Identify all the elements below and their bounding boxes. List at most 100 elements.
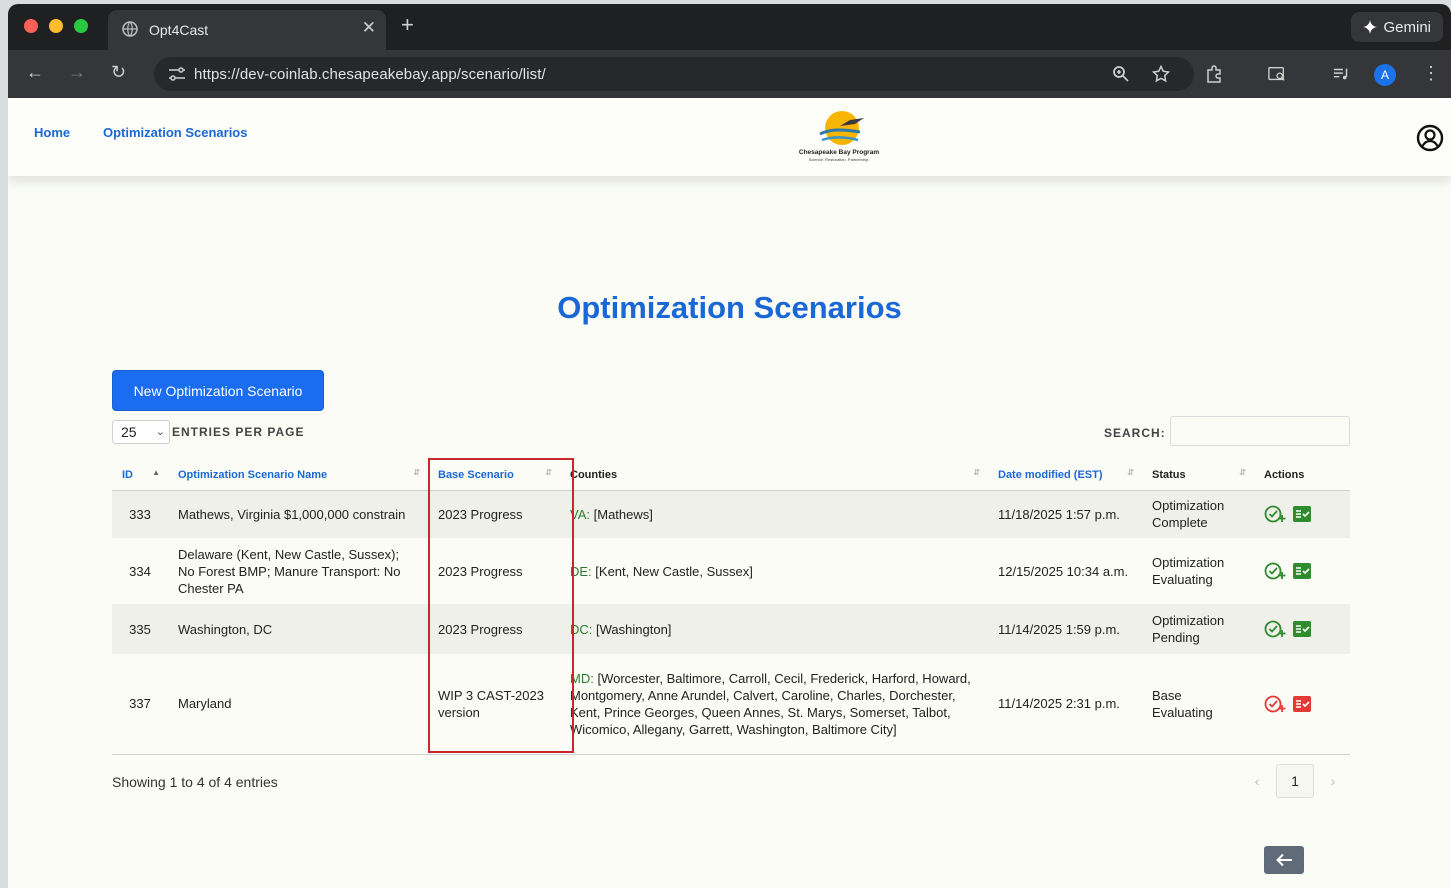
- edit-details-icon[interactable]: [1292, 695, 1312, 713]
- entries-value: 25: [121, 424, 137, 440]
- search-input[interactable]: [1170, 416, 1350, 446]
- cell-date-modified: 11/14/2025 1:59 p.m.: [988, 604, 1142, 654]
- maximize-window-button[interactable]: [74, 19, 88, 33]
- nav-scenarios-link[interactable]: Optimization Scenarios: [103, 125, 247, 140]
- browser-toolbar: ← → ↻ https://dev-coinlab.chesapeakebay.…: [8, 50, 1451, 98]
- cell-actions: [1254, 490, 1350, 538]
- scenario-name-link[interactable]: Mathews, Virginia $1,000,000 constrain: [168, 490, 428, 538]
- gemini-button[interactable]: Gemini: [1351, 12, 1443, 42]
- close-window-button[interactable]: [24, 19, 38, 33]
- search-label: SEARCH:: [1104, 426, 1166, 440]
- page-title: Optimization Scenarios: [557, 290, 902, 325]
- state-code: DE:: [570, 563, 592, 579]
- scenarios-table: ID ▲ Optimization Scenario Name ⇵ Base Sce…: [112, 460, 1350, 755]
- new-tab-button[interactable]: +: [401, 14, 414, 36]
- cell-base-scenario: WIP 3 CAST-2023 version: [428, 654, 560, 755]
- cell-counties: VA: [Mathews]: [560, 490, 988, 538]
- table-row: 333 Mathews, Virginia $1,000,000 constra…: [112, 490, 1350, 538]
- cell-status: Optimization Pending: [1142, 604, 1254, 654]
- edit-details-icon[interactable]: [1292, 562, 1312, 580]
- cell-date-modified: 12/15/2025 10:34 a.m.: [988, 538, 1142, 604]
- county-list: [Worcester, Baltimore, Carroll, Cecil, F…: [570, 670, 971, 737]
- page-content: Home Optimization Scenarios Chesapeake B…: [8, 98, 1451, 888]
- url-text[interactable]: https://dev-coinlab.chesapeakebay.app/sc…: [194, 66, 546, 83]
- site-navbar: Home Optimization Scenarios Chesapeake B…: [8, 98, 1451, 176]
- cell-counties: DE: [Kent, New Castle, Sussex]: [560, 538, 988, 604]
- column-header-id[interactable]: ID ▲: [112, 460, 168, 491]
- sort-icon: ⇵: [1239, 468, 1246, 477]
- pagination-prev-icon[interactable]: ‹: [1244, 773, 1270, 789]
- chesapeake-bay-program-logo: Chesapeake Bay Program Science. Restorat…: [799, 111, 879, 162]
- run-check-icon[interactable]: [1264, 561, 1286, 581]
- scenario-name-link[interactable]: Delaware (Kent, New Castle, Sussex); No …: [168, 538, 428, 604]
- table-row: 337 Maryland WIP 3 CAST-2023 version MD:…: [112, 654, 1350, 755]
- cell-date-modified: 11/18/2025 1:57 p.m.: [988, 490, 1142, 538]
- edit-details-icon[interactable]: [1292, 505, 1312, 523]
- forward-arrow-icon[interactable]: →: [68, 63, 86, 81]
- sparkle-icon: [1363, 20, 1378, 34]
- column-header-status[interactable]: Status ⇵: [1142, 460, 1254, 491]
- site-settings-icon[interactable]: [168, 67, 186, 81]
- entries-select[interactable]: 25 ⌄: [112, 420, 170, 444]
- cell-counties: DC: [Washington]: [560, 604, 988, 654]
- back-arrow-icon[interactable]: ←: [26, 63, 44, 81]
- globe-icon: [122, 21, 138, 37]
- county-list: [Washington]: [596, 621, 672, 637]
- address-bar[interactable]: https://dev-coinlab.chesapeakebay.app/sc…: [154, 57, 1194, 91]
- chevron-down-icon: ⌄: [155, 426, 165, 438]
- pagination: ‹ 1 ›: [1244, 764, 1346, 798]
- state-code: MD:: [570, 670, 594, 686]
- cell-base-scenario: 2023 Progress: [428, 604, 560, 654]
- cell-counties: MD: [Worcester, Baltimore, Carroll, Ceci…: [560, 654, 988, 755]
- cell-actions: [1254, 538, 1350, 604]
- column-header-base-scenario[interactable]: Base Scenario ⇵: [428, 460, 560, 491]
- media-controls-icon[interactable]: [1333, 65, 1351, 83]
- profile-avatar[interactable]: A: [1374, 64, 1396, 86]
- window-controls: [24, 19, 88, 33]
- scenario-name-link[interactable]: Maryland: [168, 654, 428, 755]
- bookmark-star-icon[interactable]: [1152, 65, 1170, 83]
- logo-title: Chesapeake Bay Program: [799, 149, 879, 156]
- column-header-actions: Actions: [1254, 460, 1350, 491]
- new-scenario-button[interactable]: New Optimization Scenario: [112, 370, 324, 411]
- county-list: [Kent, New Castle, Sussex]: [595, 563, 753, 579]
- reload-icon[interactable]: ↻: [111, 63, 126, 81]
- run-check-icon[interactable]: [1264, 504, 1286, 524]
- run-check-icon[interactable]: [1264, 619, 1286, 639]
- cell-id: 335: [112, 604, 168, 654]
- arrow-left-icon: [1276, 853, 1292, 867]
- tab-bar: Opt4Cast ✕ + Gemini: [8, 4, 1451, 50]
- run-check-icon[interactable]: [1264, 694, 1286, 714]
- edit-details-icon[interactable]: [1292, 620, 1312, 638]
- back-button[interactable]: [1264, 846, 1304, 874]
- minimize-window-button[interactable]: [49, 19, 63, 33]
- sort-icon: ⇵: [413, 468, 420, 477]
- column-header-counties[interactable]: Counties ⇵: [560, 460, 988, 491]
- browser-tab[interactable]: Opt4Cast ✕: [108, 10, 386, 50]
- gemini-label: Gemini: [1383, 18, 1431, 36]
- cell-id: 337: [112, 654, 168, 755]
- account-icon[interactable]: [1415, 123, 1445, 153]
- tab-title: Opt4Cast: [149, 22, 209, 38]
- state-code: DC:: [570, 621, 593, 637]
- tab-search-icon[interactable]: [1268, 65, 1286, 83]
- cell-base-scenario: 2023 Progress: [428, 538, 560, 604]
- scenario-name-link[interactable]: Washington, DC: [168, 604, 428, 654]
- pagination-next-icon[interactable]: ›: [1320, 773, 1346, 789]
- column-header-date-modified[interactable]: Date modified (EST) ⇵: [988, 460, 1142, 491]
- cell-actions: [1254, 604, 1350, 654]
- column-header-name[interactable]: Optimization Scenario Name ⇵: [168, 460, 428, 491]
- extensions-icon[interactable]: [1205, 65, 1223, 83]
- cell-id: 333: [112, 490, 168, 538]
- tab-close-icon[interactable]: ✕: [362, 19, 376, 36]
- zoom-icon[interactable]: [1112, 65, 1130, 83]
- nav-home-link[interactable]: Home: [34, 125, 70, 140]
- table-info: Showing 1 to 4 of 4 entries: [112, 774, 278, 790]
- cell-status: Optimization Evaluating: [1142, 538, 1254, 604]
- sort-icon: ⇵: [1127, 468, 1134, 477]
- browser-menu-icon[interactable]: ⋮: [1422, 64, 1440, 82]
- sort-asc-icon: ▲: [152, 468, 160, 477]
- pagination-page-1[interactable]: 1: [1276, 764, 1314, 798]
- sort-icon: ⇵: [973, 468, 980, 477]
- browser-window: Opt4Cast ✕ + Gemini ← → ↻ https://dev-co…: [8, 4, 1451, 888]
